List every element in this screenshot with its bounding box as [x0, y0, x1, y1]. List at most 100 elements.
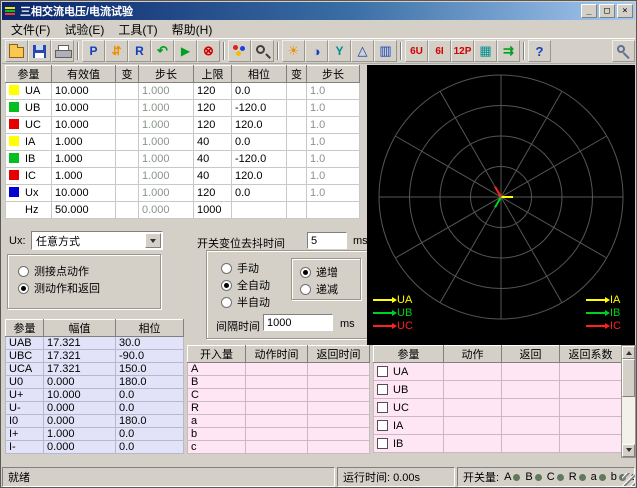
phase-step-cell[interactable]: 1.0 — [307, 134, 360, 151]
levels-button[interactable]: ⇵ — [105, 40, 128, 62]
value-step-cell[interactable]: 1.000 — [139, 185, 194, 202]
value-cell[interactable]: 10.000 — [52, 117, 116, 134]
start-button[interactable]: ▶ — [174, 40, 197, 62]
limit-cell[interactable]: 120 — [194, 117, 232, 134]
waveform-button[interactable]: ▦ — [474, 40, 497, 62]
phase-step-cell[interactable]: 1.0 — [307, 117, 360, 134]
value-vary-cell[interactable] — [116, 117, 139, 134]
scrollbar-thumb[interactable] — [622, 359, 635, 397]
param-name-cell[interactable]: UA — [6, 83, 52, 100]
phase-cell[interactable]: 0.0 — [232, 185, 287, 202]
menu-item[interactable]: 工具(T) — [111, 19, 164, 40]
row-checkbox[interactable] — [377, 384, 388, 395]
row-checkbox[interactable] — [377, 420, 388, 431]
radio-option[interactable]: 半自动 — [221, 295, 270, 309]
undo-button[interactable]: ↶ — [151, 40, 174, 62]
stop-button[interactable]: ⊗ — [197, 40, 220, 62]
phase-vary-cell[interactable] — [287, 185, 307, 202]
help-button[interactable]: ? — [528, 40, 551, 62]
row-checkbox[interactable] — [377, 366, 388, 377]
menu-item[interactable]: 帮助(H) — [165, 19, 220, 40]
phase-step-cell[interactable]: 1.0 — [307, 151, 360, 168]
row-checkbox[interactable] — [377, 402, 388, 413]
row-checkbox[interactable] — [377, 438, 388, 449]
value-vary-cell[interactable] — [116, 134, 139, 151]
reset-button[interactable]: R — [128, 40, 151, 62]
value-cell[interactable]: 10.000 — [52, 100, 116, 117]
phase-step-cell[interactable]: 1.0 — [307, 168, 360, 185]
radio-option[interactable]: 递增 — [300, 265, 360, 279]
print-button[interactable] — [51, 40, 74, 62]
six-current-button[interactable]: 6I — [428, 40, 451, 62]
param-name-cell[interactable]: Hz — [6, 202, 52, 219]
radio-option[interactable]: 手动 — [221, 261, 270, 275]
phase-vary-cell[interactable] — [287, 117, 307, 134]
param-name-cell[interactable]: IC — [6, 168, 52, 185]
param-name-cell[interactable]: UC — [6, 117, 52, 134]
harmonics-button[interactable]: ▥ — [374, 40, 397, 62]
param-name-cell[interactable]: IA — [6, 134, 52, 151]
open-button[interactable] — [5, 40, 28, 62]
limit-cell[interactable]: 40 — [194, 134, 232, 151]
maximize-button[interactable]: □ — [599, 4, 615, 18]
value-cell[interactable]: 1.000 — [52, 151, 116, 168]
param-name-cell[interactable]: UB — [6, 100, 52, 117]
palette-button[interactable] — [228, 40, 251, 62]
radio-option[interactable]: 递减 — [300, 282, 360, 296]
phase-vary-cell[interactable] — [287, 100, 307, 117]
phase-cell[interactable]: -120.0 — [232, 100, 287, 117]
value-vary-cell[interactable] — [116, 151, 139, 168]
phase-step-cell[interactable] — [307, 202, 360, 219]
value-step-cell[interactable]: 1.000 — [139, 151, 194, 168]
value-vary-cell[interactable] — [116, 83, 139, 100]
limit-cell[interactable]: 120 — [194, 100, 232, 117]
phase-step-cell[interactable]: 1.0 — [307, 83, 360, 100]
value-step-cell[interactable]: 1.000 — [139, 100, 194, 117]
phase-cell[interactable]: 0.0 — [232, 134, 287, 151]
radio-option[interactable]: 测动作和返回 — [18, 281, 160, 295]
zoom-button[interactable] — [251, 40, 274, 62]
scroll-up-button[interactable] — [622, 346, 635, 359]
phase-cell[interactable]: -120.0 — [232, 151, 287, 168]
twelve-phase-button[interactable]: 12P — [451, 40, 474, 62]
phase-vary-cell[interactable] — [287, 151, 307, 168]
value-cell[interactable]: 10.000 — [52, 185, 116, 202]
ux-mode-select[interactable]: 任意方式 — [31, 231, 163, 250]
value-step-cell[interactable]: 1.000 — [139, 117, 194, 134]
phase-cell[interactable] — [232, 202, 287, 219]
value-vary-cell[interactable] — [116, 168, 139, 185]
phase-vary-cell[interactable] — [287, 83, 307, 100]
parameter-button[interactable]: P — [82, 40, 105, 62]
contrast-button[interactable]: ◑ — [305, 40, 328, 62]
minimize-button[interactable]: _ — [581, 4, 597, 18]
value-cell[interactable]: 1.000 — [52, 168, 116, 185]
phase-cell[interactable]: 120.0 — [232, 117, 287, 134]
param-name-cell[interactable]: IB — [6, 151, 52, 168]
limit-cell[interactable]: 120 — [194, 83, 232, 100]
key-button[interactable] — [612, 40, 635, 62]
sequence-button[interactable]: ⇉ — [497, 40, 520, 62]
menu-item[interactable]: 试验(E) — [57, 19, 111, 40]
debounce-input[interactable] — [307, 232, 347, 249]
save-button[interactable] — [28, 40, 51, 62]
wye-connection-button[interactable]: Y — [328, 40, 351, 62]
phase-cell[interactable]: 0.0 — [232, 83, 287, 100]
phase-step-cell[interactable]: 1.0 — [307, 185, 360, 202]
value-cell[interactable]: 1.000 — [52, 134, 116, 151]
limit-cell[interactable]: 120 — [194, 185, 232, 202]
value-step-cell[interactable]: 0.000 — [139, 202, 194, 219]
phase-cell[interactable]: 120.0 — [232, 168, 287, 185]
limit-cell[interactable]: 40 — [194, 151, 232, 168]
limit-cell[interactable]: 40 — [194, 168, 232, 185]
radio-option[interactable]: 全自动 — [221, 278, 270, 292]
interval-input[interactable] — [263, 314, 333, 331]
menu-item[interactable]: 文件(F) — [4, 19, 57, 40]
result-table-scrollbar[interactable] — [621, 345, 636, 458]
radio-option[interactable]: 测接点动作 — [18, 264, 160, 278]
value-step-cell[interactable]: 1.000 — [139, 83, 194, 100]
phase-vary-cell[interactable] — [287, 134, 307, 151]
close-button[interactable]: × — [617, 4, 633, 18]
value-step-cell[interactable]: 1.000 — [139, 134, 194, 151]
limit-cell[interactable]: 1000 — [194, 202, 232, 219]
phase-step-cell[interactable]: 1.0 — [307, 100, 360, 117]
